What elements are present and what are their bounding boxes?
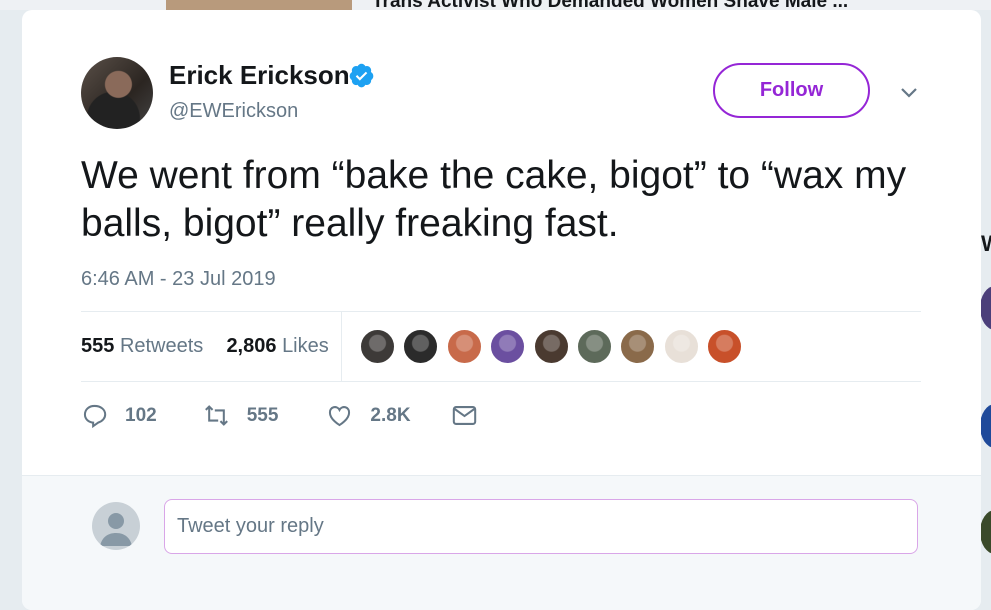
user-avatar-placeholder-icon (92, 502, 140, 550)
liker-avatar[interactable] (403, 329, 439, 364)
liker-avatar[interactable] (663, 329, 699, 364)
liker-avatar[interactable] (533, 329, 569, 364)
tweet-actions: 102 555 2.8K (81, 402, 478, 429)
author-name[interactable]: Erick Erickson (169, 60, 350, 91)
tweet-timestamp[interactable]: 6:46 AM - 23 Jul 2019 (81, 268, 276, 291)
liker-avatar[interactable] (576, 329, 612, 364)
retweets-label: Retweets (119, 335, 204, 357)
retweet-count: 555 (246, 404, 279, 426)
retweets-stat[interactable]: 555 Retweets (81, 335, 203, 357)
background-thumbnail (166, 0, 352, 10)
reply-count: 102 (125, 404, 157, 426)
tweet-text: We went from “bake the cake, bigot” to “… (81, 154, 907, 245)
stats-divider (341, 311, 342, 382)
envelope-icon (452, 406, 476, 425)
like-count: 2.8K (370, 404, 411, 426)
chevron-down-icon[interactable] (899, 86, 919, 100)
retweets-count: 555 (81, 335, 115, 357)
reply-icon (83, 404, 107, 429)
tweet-modal: Erick Erickson @EWErickson Follow We wen… (22, 10, 981, 610)
like-button[interactable]: 2.8K (326, 402, 411, 429)
liker-avatars (360, 329, 751, 364)
liker-avatar[interactable] (707, 329, 743, 364)
author-avatar[interactable] (81, 57, 153, 129)
heart-icon (329, 406, 351, 427)
direct-message-button[interactable] (451, 402, 478, 429)
retweet-button[interactable]: 555 (203, 402, 279, 429)
background-avatar (980, 510, 991, 554)
divider (81, 381, 921, 382)
liker-avatar[interactable] (446, 329, 482, 364)
reply-section (22, 475, 981, 610)
likes-label: Likes (282, 335, 329, 357)
follow-button[interactable]: Follow (713, 63, 870, 118)
background-avatar (980, 404, 991, 448)
tweet-stats: 555 Retweets 2,806 Likes (81, 335, 329, 358)
likes-count: 2,806 (226, 335, 277, 357)
background-side-letter: W (981, 231, 991, 257)
retweet-icon (204, 405, 228, 426)
likes-stat[interactable]: 2,806 Likes (226, 335, 328, 357)
liker-avatar[interactable] (620, 329, 656, 364)
reply-input[interactable] (164, 499, 918, 554)
author-handle[interactable]: @EWErickson (169, 100, 298, 123)
liker-avatar[interactable] (360, 329, 395, 364)
background-avatar (980, 286, 991, 330)
liker-avatar[interactable] (490, 329, 526, 364)
divider (81, 311, 921, 312)
reply-button[interactable]: 102 (81, 402, 157, 429)
verified-badge-icon (349, 63, 374, 88)
